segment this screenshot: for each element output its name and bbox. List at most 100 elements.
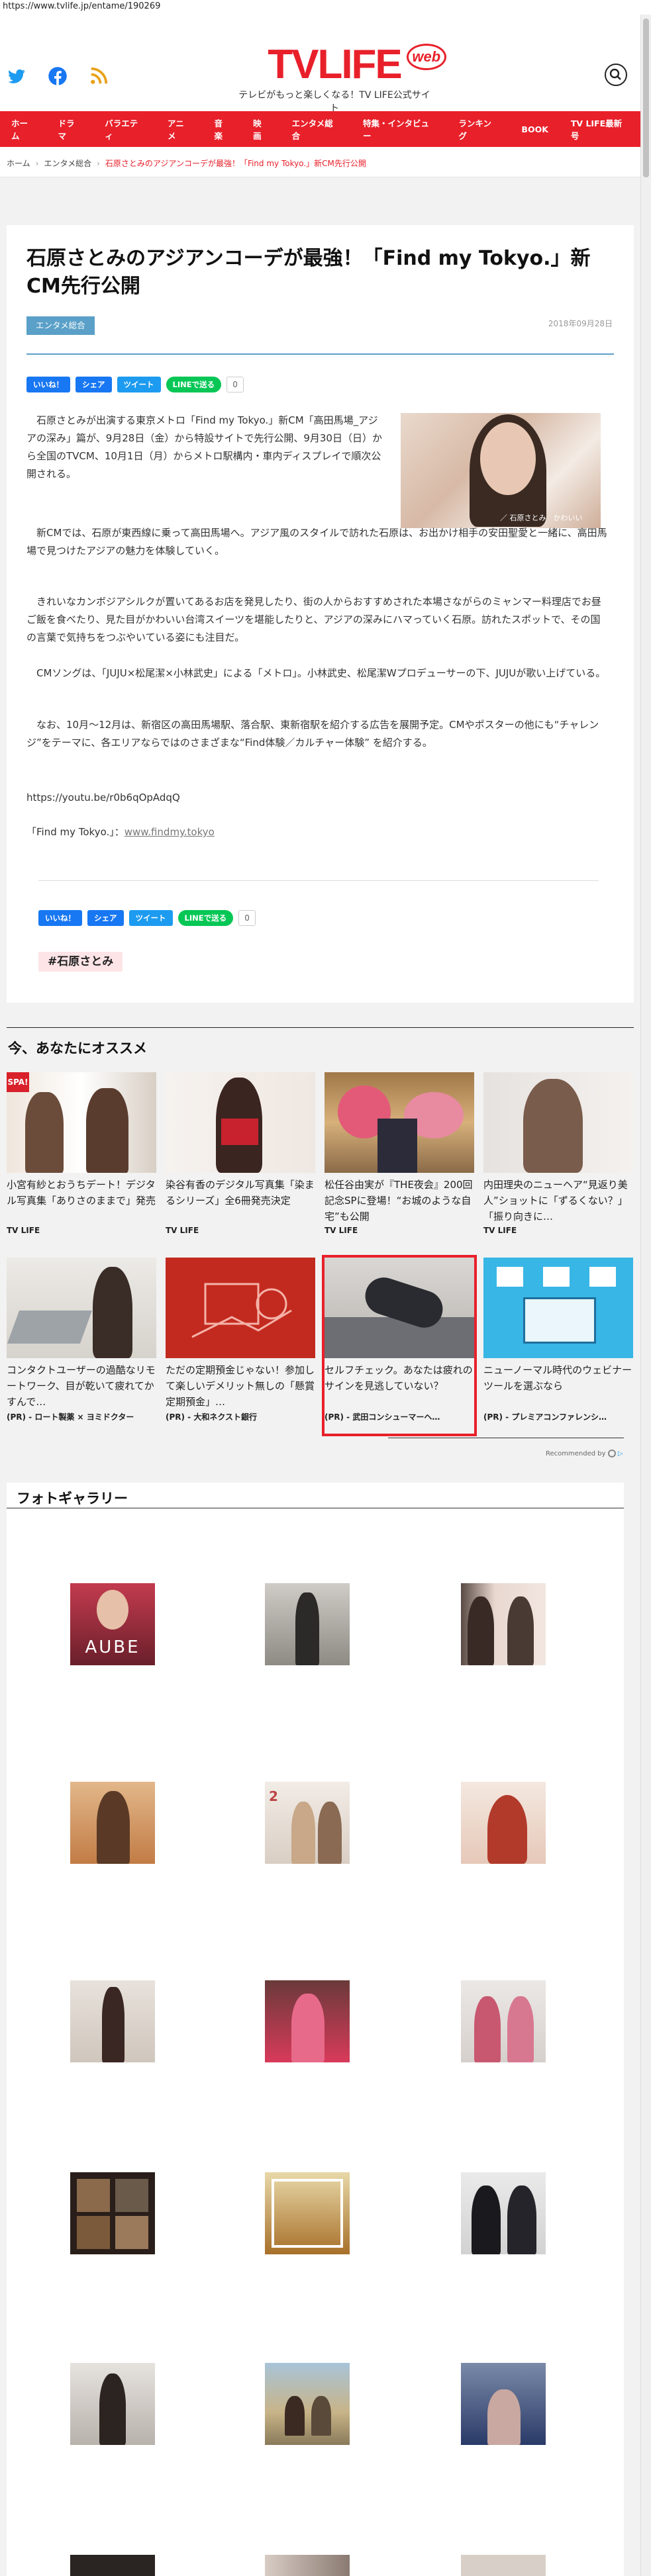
article-tag[interactable]: #石原さとみ (38, 952, 123, 972)
recommend-title[interactable]: 松任谷由実が『THE夜会』200回記念SPに登場！“お城のような自宅”も公開 (325, 1177, 474, 1224)
breadcrumb-category[interactable]: エンタメ総合 (44, 159, 91, 168)
nav-item-book[interactable]: BOOK (510, 124, 559, 134)
recommend-card[interactable]: SPA! 小宮有紗とおうちデート！デジタル写真集「ありさのままで」発売 TV L… (7, 1072, 156, 1235)
twitter-icon[interactable] (7, 66, 26, 86)
recommend-title[interactable]: 小宮有紗とおうちデート！デジタル写真集「ありさのままで」発売 (7, 1177, 156, 1224)
recommend-source: TV LIFE (166, 1226, 199, 1235)
breadcrumb: ホーム › エンタメ総合 › 石原さとみのアジアンコーデが最強！「Find my Tok… (0, 147, 640, 177)
gallery-thumbnail[interactable] (265, 2363, 350, 2445)
facebook-share-button[interactable]: シェア (87, 910, 124, 926)
share-bar-bottom: いいね！ シェア ツイート LINEで送る 0 (38, 909, 256, 927)
recommend-thumbnail[interactable] (166, 1072, 315, 1173)
scrollbar-thumb[interactable] (643, 19, 649, 177)
line-send-button[interactable]: LINEで送る (166, 377, 222, 392)
gallery-thumbnail[interactable] (265, 2172, 350, 2254)
share-count: 0 (238, 910, 256, 926)
gallery-heading: フォトギャラリー (17, 1491, 128, 1506)
site-header: TVLIFE web テレビがもっと楽しくなる！TV LIFE公式サイト (0, 15, 640, 114)
category-badge[interactable]: エンタメ総合 (26, 316, 95, 335)
rss-icon[interactable] (89, 66, 109, 86)
recommend-card[interactable]: コンタクトユーザーの過酷なリモートワーク、目が乾いて疲れてかすんで… (PR) … (7, 1258, 156, 1422)
web-badge: web (406, 44, 446, 70)
nav-item-latest-issue[interactable]: TV LIFE最新号 (560, 116, 640, 142)
recommend-card[interactable]: ニューノーマル時代のウェビナーツールを選ぶなら (PR) - プレミアコンファレ… (483, 1258, 633, 1422)
gallery-thumbnail[interactable] (461, 2555, 546, 2576)
article-paragraph: 新CMでは、石原が東西線に乗って高田馬場へ。アジア風のスタイルで訪れた石原は、お… (26, 527, 607, 557)
article-paragraph: CMソングは、「JUJU×松尾潔×小林武史」による「メトロ」。小林武史、松尾潔W… (36, 667, 606, 679)
gallery-thumbnail[interactable] (265, 1980, 350, 2062)
gallery-thumbnail[interactable] (70, 1782, 155, 1864)
gallery-thumbnail[interactable] (70, 2555, 155, 2576)
recommend-card[interactable]: ただの定期預金じゃない！参加して楽しいデメリット無しの「懸賞定期預金」… (PR… (166, 1258, 315, 1422)
recommend-title[interactable]: ニューノーマル時代のウェビナーツールを選ぶなら (483, 1362, 633, 1410)
page-scrollbar[interactable] (640, 15, 651, 2576)
recommended-by[interactable]: Recommended by ▷ (546, 1449, 623, 1457)
gallery-thumbnail[interactable] (461, 1583, 546, 1665)
facebook-like-button[interactable]: いいね！ (26, 377, 70, 392)
gallery-thumbnail[interactable] (265, 1583, 350, 1665)
article-photo[interactable]: ／ 石原さとみ かわいい (401, 413, 601, 528)
gallery-thumbnail[interactable] (70, 2363, 155, 2445)
youtube-link[interactable]: https://youtu.be/r0b6qOpAdqQ (26, 789, 609, 807)
recommend-source: (PR) - ロート製薬 × ヨミドクター (7, 1412, 134, 1422)
article-title: 石原さとみのアジアンコーデが最強！「Find my Tokyo.」新CM先行公開 (26, 247, 591, 298)
recommend-card[interactable]: 松任谷由実が『THE夜会』200回記念SPに登場！“お城のような自宅”も公開 T… (325, 1072, 474, 1235)
recommend-thumbnail[interactable]: SPA! (7, 1072, 156, 1173)
recommend-thumbnail[interactable] (483, 1072, 633, 1173)
breadcrumb-home[interactable]: ホーム (7, 159, 30, 168)
gallery-thumbnail[interactable] (461, 2172, 546, 2254)
nav-item-music[interactable]: 音楽 (203, 116, 242, 142)
ad-choices-icon: ▷ (617, 1450, 623, 1457)
recommend-card[interactable]: 内田理央のニューヘア“見返り美人”ショットに「ずるくない？」「振り向きに… TV… (483, 1072, 633, 1235)
article-date: 2018年09月28日 (548, 319, 613, 328)
recommend-thumbnail[interactable] (166, 1258, 315, 1358)
site-logo[interactable]: TVLIFE web テレビがもっと楽しくなる！TV LIFE公式サイト (235, 41, 446, 114)
nav-item-entame[interactable]: エンタメ総合 (281, 116, 352, 142)
recommend-title[interactable]: ただの定期預金じゃない！参加して楽しいデメリット無しの「懸賞定期預金」… (166, 1362, 315, 1410)
recommend-source: TV LIFE (483, 1226, 517, 1235)
recommend-title[interactable]: コンタクトユーザーの過酷なリモートワーク、目が乾いて疲れてかすんで… (7, 1362, 156, 1410)
gallery-thumbnail[interactable]: AUBE (70, 1583, 155, 1665)
address-bar[interactable]: https://www.tvlife.jp/entame/190269 (0, 0, 651, 15)
nav-item-anime[interactable]: アニメ (156, 116, 203, 142)
facebook-share-button[interactable]: シェア (75, 377, 112, 392)
article-paragraph: なお、10月〜12月は、新宿区の高田馬場駅、落合駅、東新宿駅を紹介する広告を展開… (26, 719, 599, 749)
nav-item-drama[interactable]: ドラマ (46, 116, 93, 142)
nav-item-ranking[interactable]: ランキング (447, 116, 510, 142)
recommend-thumbnail[interactable] (483, 1258, 633, 1358)
gallery-thumbnail[interactable] (70, 2172, 155, 2254)
facebook-icon[interactable] (48, 66, 68, 86)
recommend-source: TV LIFE (7, 1226, 40, 1235)
photo-caption: ／ 石原さとみ かわいい (500, 514, 583, 522)
site-link[interactable]: www.findmy.tokyo (125, 826, 215, 838)
nav-item-movie[interactable]: 映画 (242, 116, 281, 142)
gallery-thumbnail[interactable] (265, 2555, 350, 2576)
tweet-button[interactable]: ツイート (117, 377, 161, 392)
recommend-thumbnail[interactable] (7, 1258, 156, 1358)
recommend-title[interactable]: 染谷有香のデジタル写真集「染まるシリーズ」全6冊発売決定 (166, 1177, 315, 1224)
gallery-thumbnail[interactable]: 2 (265, 1782, 350, 1864)
search-icon[interactable] (605, 64, 627, 86)
article: 石原さとみのアジアンコーデが最強！「Find my Tokyo.」新CM先行公開… (7, 225, 634, 1003)
site-label: 「Find my Tokyo.」： (26, 826, 125, 838)
nav-item-feature[interactable]: 特集・インタビュー (352, 116, 447, 142)
nav-item-home[interactable]: ホーム (0, 116, 46, 142)
recommend-heading: 今、あなたにオススメ (8, 1040, 147, 1056)
tweet-button[interactable]: ツイート (128, 910, 173, 926)
gallery-thumbnail[interactable] (461, 1980, 546, 2062)
gallery-thumbnail[interactable] (70, 1980, 155, 2062)
recommend-source: TV LIFE (325, 1226, 358, 1235)
recommend-card[interactable]: 染谷有香のデジタル写真集「染まるシリーズ」全6冊発売決定 TV LIFE (166, 1072, 315, 1235)
recommend-thumbnail[interactable] (325, 1072, 474, 1173)
outbrain-icon (607, 1449, 616, 1457)
gallery-thumbnail[interactable] (461, 1782, 546, 1864)
breadcrumb-current: 石原さとみのアジアンコーデが最強！「Find my Tokyo.」新CM先行公開 (105, 159, 366, 168)
site-link-row: 「Find my Tokyo.」：www.findmy.tokyo (26, 823, 609, 841)
gallery-thumbnail[interactable] (461, 2363, 546, 2445)
line-send-button[interactable]: LINEで送る (177, 910, 234, 926)
recommend-divider (7, 1027, 634, 1028)
nav-item-variety[interactable]: バラエティ (93, 116, 156, 142)
recommend-source: (PR) - プレミアコンファレンシ… (483, 1412, 607, 1422)
facebook-like-button[interactable]: いいね！ (38, 910, 82, 926)
recommend-title[interactable]: 内田理央のニューヘア“見返り美人”ショットに「ずるくない？」「振り向きに… (483, 1177, 633, 1224)
